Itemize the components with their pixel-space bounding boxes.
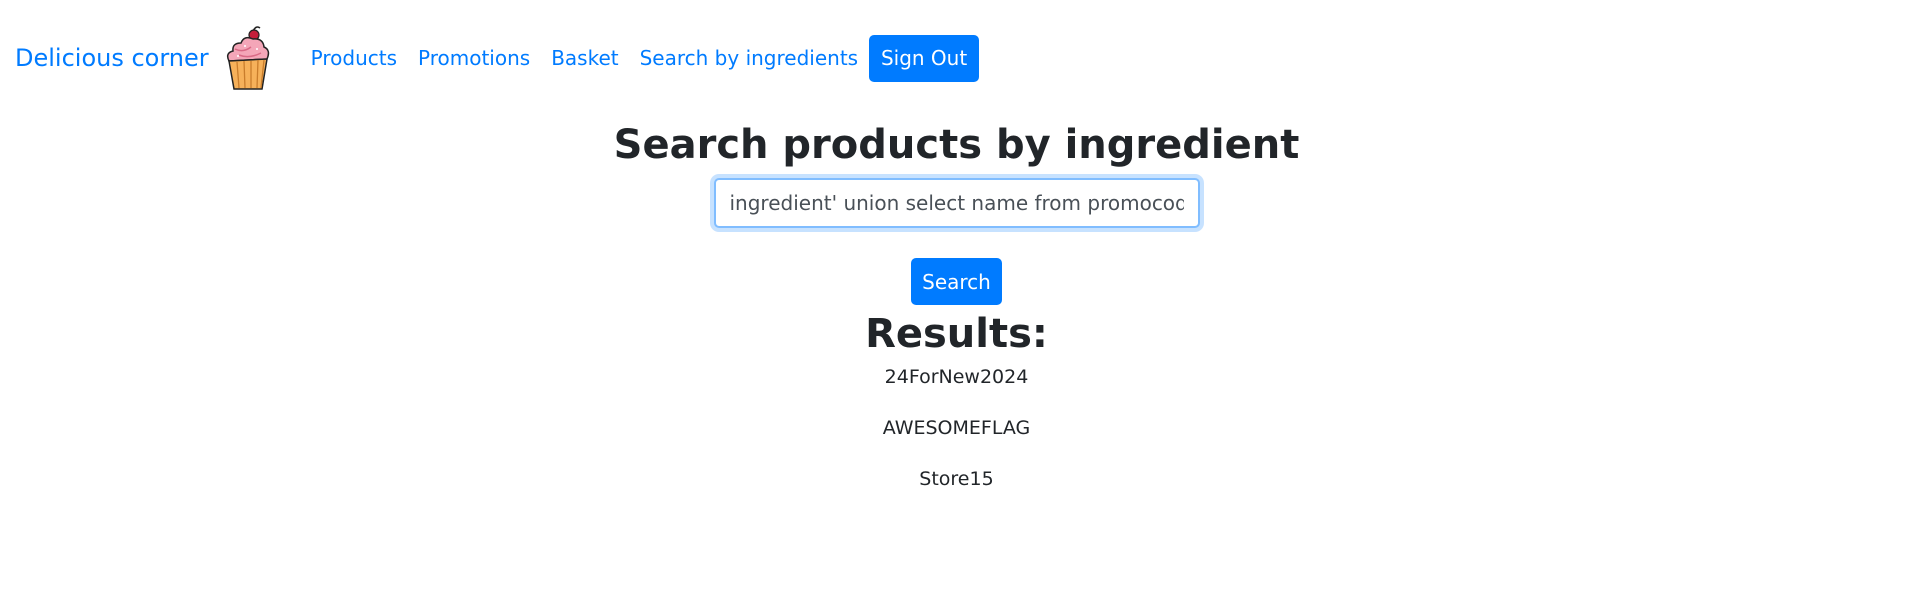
nav-link-search-by-ingredients[interactable]: Search by ingredients [640,46,858,70]
nav-link-basket[interactable]: Basket [551,46,618,70]
cupcake-logo-icon [226,26,269,90]
nav-link-products[interactable]: Products [311,46,397,70]
ingredient-search-input[interactable] [713,178,1200,228]
nav-links: Products Promotions Basket Search by ing… [311,34,980,82]
result-item: 24ForNew2024 [884,366,1029,388]
search-button[interactable]: Search [911,258,1002,305]
main-content: Search products by ingredient Search Res… [0,116,1913,518]
results-title: Results: [865,311,1048,357]
result-item: Store15 [919,468,994,490]
nav-link-promotions[interactable]: Promotions [418,46,530,70]
result-item: AWESOMEFLAG [882,417,1031,439]
brand-link[interactable]: Delicious corner [15,25,273,91]
sign-out-button[interactable]: Sign Out [869,34,980,82]
brand-name: Delicious corner [15,44,209,72]
results-list: 24ForNew2024 AWESOMEFLAG Store15 [883,365,1031,518]
page-title: Search products by ingredient [613,122,1300,168]
navbar: Delicious corner Products Promotions Bas… [0,0,1913,116]
